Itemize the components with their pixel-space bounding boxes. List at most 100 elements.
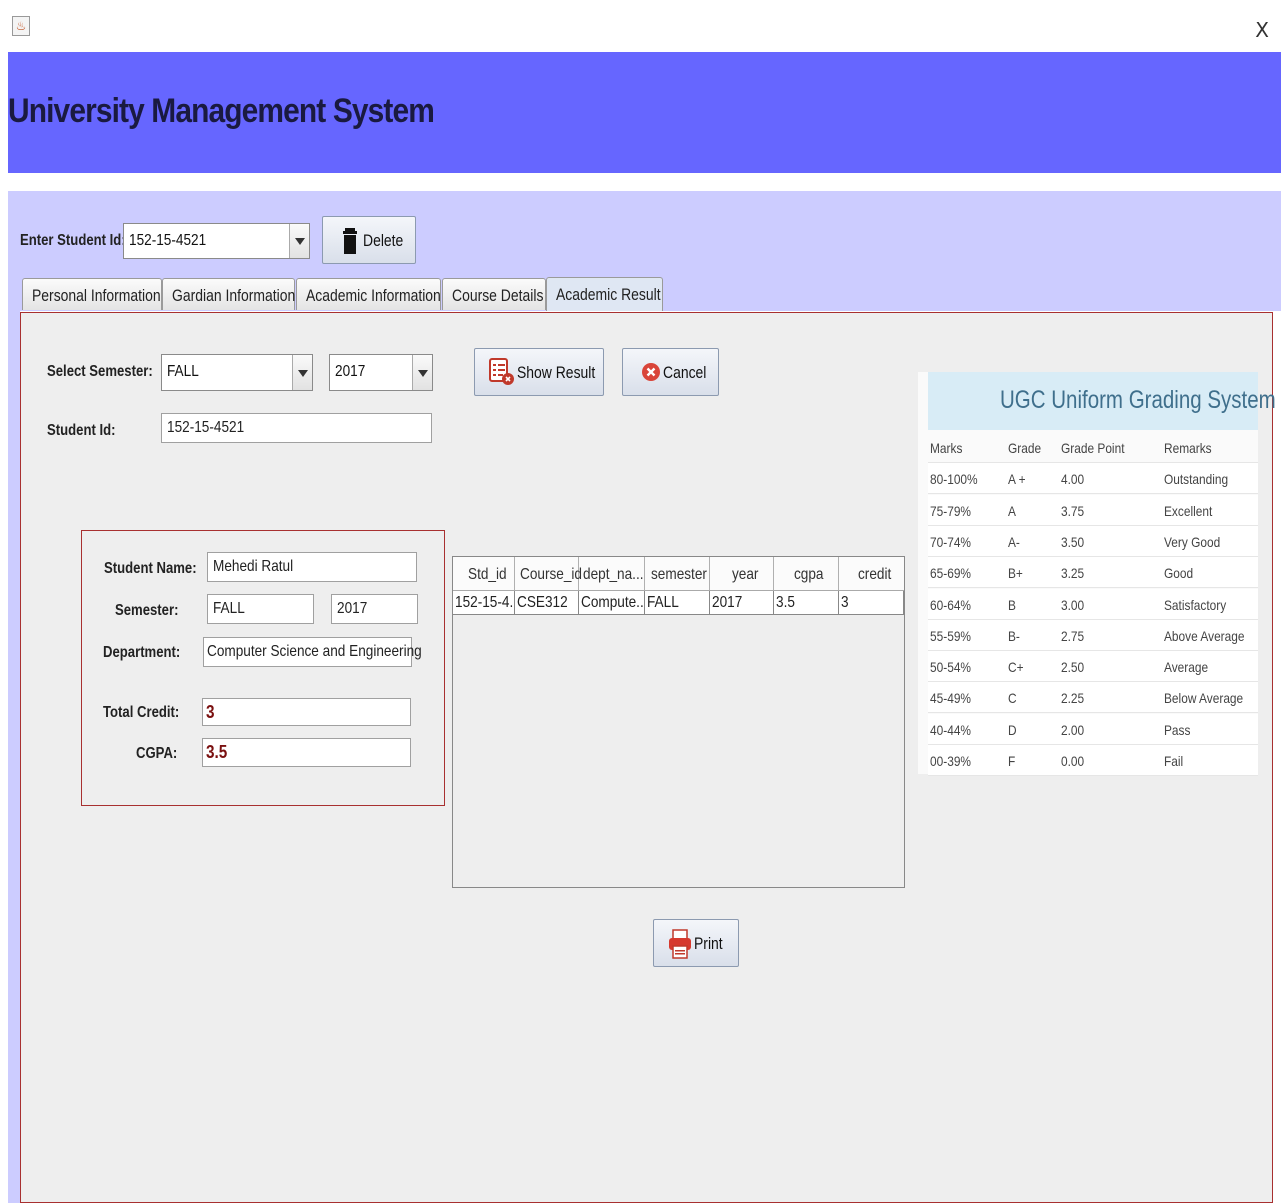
grading-cell: Outstanding <box>1164 471 1229 488</box>
tab-gardian-information[interactable]: Gardian Information <box>162 278 295 310</box>
grading-cell: 55-59% <box>930 627 972 644</box>
grading-cell: 70-74% <box>930 533 972 550</box>
student-id-field-value: 152-15-4521 <box>167 419 245 436</box>
column-header[interactable]: semester <box>645 557 710 590</box>
column-header[interactable]: dept_na... <box>579 557 645 590</box>
grading-cell: B <box>1008 596 1016 613</box>
grading-cell: 65-69% <box>930 565 972 582</box>
grading-cell: 0.00 <box>1061 753 1085 769</box>
tab-personal-information[interactable]: Personal Information <box>22 278 162 310</box>
student-id-field[interactable]: 152-15-4521 <box>161 413 432 443</box>
student-id-combobox[interactable]: 152-15-4521 <box>123 223 310 259</box>
grading-row: 65-69% B+ 3.25 Good <box>928 557 1258 589</box>
department-field[interactable]: Computer Science and Engineering <box>203 637 422 667</box>
column-header-label: dept_na... <box>583 566 644 583</box>
student-name-field[interactable]: Mehedi Ratul <box>207 552 417 582</box>
tab-label: Academic Information <box>306 286 441 305</box>
grading-row: 80-100% A + 4.00 Outstanding <box>928 463 1258 495</box>
show-result-button[interactable]: Show Result <box>474 348 604 396</box>
grading-row: 60-64% B 3.00 Satisfactory <box>928 588 1258 620</box>
grading-cell: C <box>1008 690 1017 707</box>
column-header-label: Course_id <box>520 566 582 583</box>
cell-text: 152-15-4... <box>455 594 515 611</box>
grading-cell: B- <box>1008 627 1020 644</box>
table-cell: 3 <box>839 591 904 615</box>
app-title: University Management System <box>8 92 435 130</box>
tab-course-details[interactable]: Course Details <box>442 278 546 310</box>
grading-cell: Pass <box>1164 721 1191 738</box>
table-cell: 3.5 <box>774 591 839 615</box>
table-cell: Compute... <box>579 591 645 615</box>
grading-cell: 2.75 <box>1061 627 1085 644</box>
semester-value: FALL <box>213 600 245 617</box>
grading-row: 50-54% C+ 2.50 Average <box>928 651 1258 683</box>
grading-row: 75-79% A 3.75 Excellent <box>928 494 1258 526</box>
chevron-down-icon[interactable] <box>289 224 309 258</box>
cell-text: CSE312 <box>517 594 568 611</box>
grading-cell: 3.75 <box>1061 502 1085 519</box>
grading-cell: A- <box>1008 533 1020 550</box>
year-field[interactable]: 2017 <box>331 594 418 624</box>
print-button[interactable]: Print <box>653 919 739 967</box>
grading-cell: D <box>1008 721 1017 738</box>
grading-cell: 2.50 <box>1061 659 1085 676</box>
column-header[interactable]: year <box>710 557 774 590</box>
chevron-down-icon[interactable] <box>412 355 432 390</box>
column-header[interactable]: credit <box>839 557 904 590</box>
trash-icon <box>343 228 357 254</box>
grading-cell: C+ <box>1008 659 1024 676</box>
tab-label: Academic Result <box>556 285 661 304</box>
grading-header-row: Marks Grade Grade Point Remarks <box>928 432 1258 463</box>
grading-cell: Remarks <box>1164 440 1212 456</box>
grading-row: 40-44% D 2.00 Pass <box>928 713 1258 745</box>
student-name-value: Mehedi Ratul <box>213 558 294 575</box>
cgpa-field[interactable]: 3.5 <box>202 738 411 767</box>
table-row[interactable]: 152-15-4... CSE312 Compute... FALL 2017 … <box>453 591 904 615</box>
semester-label: Semester: <box>115 602 179 619</box>
app-header: University Management System <box>8 52 1281 173</box>
close-window-button[interactable]: X <box>1255 18 1269 42</box>
year-combobox[interactable]: 2017 <box>329 354 433 391</box>
table-cell: FALL <box>645 591 710 615</box>
year-value: 2017 <box>337 600 368 617</box>
grading-cell: 50-54% <box>930 659 972 676</box>
cancel-label: Cancel <box>663 363 707 382</box>
grading-cell: 60-64% <box>930 596 972 613</box>
grading-cell: F <box>1008 753 1016 769</box>
grading-cell: Very Good <box>1164 533 1221 550</box>
grading-cell: A + <box>1008 471 1026 488</box>
cgpa-value: 3.5 <box>206 742 228 762</box>
header-divider <box>8 173 1281 191</box>
tab-label: Course Details <box>452 286 544 305</box>
table-cell: CSE312 <box>515 591 579 615</box>
cancel-button[interactable]: Cancel <box>622 348 719 396</box>
column-header[interactable]: Course_id <box>515 557 582 590</box>
semester-field[interactable]: FALL <box>207 594 314 624</box>
grading-cell: Marks <box>930 440 963 456</box>
tab-academic-information[interactable]: Academic Information <box>296 278 441 310</box>
delete-button-label: Delete <box>363 231 404 250</box>
table-header: Std_id Course_id dept_na... semester yea… <box>453 557 904 591</box>
grading-row: 45-49% C 2.25 Below Average <box>928 682 1258 714</box>
grading-cell: Fail <box>1164 753 1184 769</box>
grading-cell: Satisfactory <box>1164 596 1227 613</box>
column-header[interactable]: Std_id <box>453 557 515 590</box>
grading-cell: A <box>1008 502 1016 519</box>
grading-cell: 80-100% <box>930 471 978 488</box>
column-header[interactable]: cgpa <box>774 557 839 590</box>
chevron-down-icon[interactable] <box>292 355 312 390</box>
total-credit-field[interactable]: 3 <box>202 698 411 726</box>
grading-title-text: UGC Uniform Grading System <box>1000 386 1276 414</box>
grading-cell: Grade Point <box>1061 440 1125 456</box>
grading-cell: Average <box>1164 659 1209 676</box>
delete-button[interactable]: Delete <box>322 216 416 264</box>
show-result-label: Show Result <box>517 363 596 382</box>
department-label: Department: <box>103 644 181 661</box>
grading-cell: 2.25 <box>1061 690 1085 707</box>
cell-text: Compute... <box>581 594 645 611</box>
grading-cell: 00-39% <box>930 753 972 769</box>
cell-text: 3 <box>841 594 849 611</box>
student-id-label: Student Id: <box>47 422 116 439</box>
semester-combobox[interactable]: FALL <box>161 354 313 391</box>
tab-academic-result[interactable]: Academic Result <box>546 277 663 311</box>
